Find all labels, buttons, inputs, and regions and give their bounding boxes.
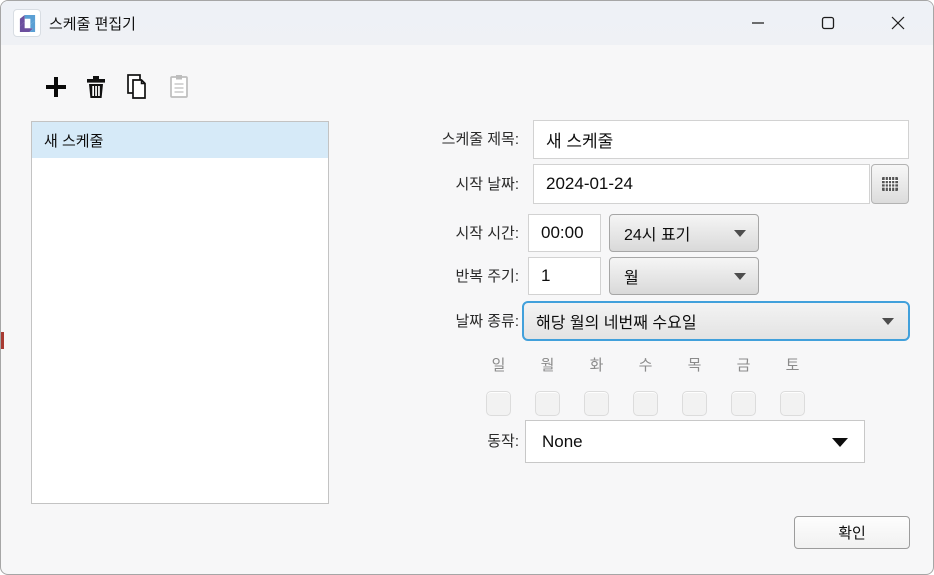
start-time-label: 시작 시간: <box>361 224 519 244</box>
date-type-value: 해당 월의 네번째 수요일 <box>536 309 697 333</box>
start-date-input[interactable] <box>533 164 870 204</box>
chevron-down-icon <box>882 318 894 325</box>
schedule-title-label: 스케줄 제목: <box>361 130 519 150</box>
trash-icon <box>81 72 111 102</box>
time-format-value: 24시 표기 <box>624 221 690 245</box>
repeat-cycle-input[interactable] <box>528 257 601 295</box>
title-bar: 스케줄 편집기 <box>1 1 933 45</box>
date-type-label: 날짜 종류: <box>361 312 519 332</box>
window-title: 스케줄 편집기 <box>49 1 136 45</box>
weekday-label-fri: 금 <box>731 354 756 375</box>
weekday-checkbox-sun <box>486 391 511 416</box>
weekday-labels: 일 월 화 수 목 금 토 <box>486 354 829 375</box>
schedule-list: 새 스케줄 <box>31 121 329 504</box>
close-icon <box>891 16 905 30</box>
background-app-sliver <box>1 332 4 349</box>
weekday-checkboxes <box>486 391 829 416</box>
calendar-picker-button[interactable] <box>871 164 909 204</box>
chevron-down-icon <box>832 438 848 447</box>
copy-schedule-button[interactable] <box>121 71 153 103</box>
weekday-checkbox-wed <box>633 391 658 416</box>
schedule-editor-window: 스케줄 편집기 <box>0 0 934 575</box>
ok-button[interactable]: 확인 <box>794 516 910 549</box>
start-time-input[interactable] <box>528 214 601 252</box>
time-format-dropdown[interactable]: 24시 표기 <box>609 214 759 252</box>
weekday-checkbox-sat <box>780 391 805 416</box>
repeat-unit-dropdown[interactable]: 월 <box>609 257 759 295</box>
repeat-cycle-label: 반복 주기: <box>361 267 519 287</box>
add-schedule-button[interactable] <box>40 71 72 103</box>
action-label: 동작: <box>361 432 519 452</box>
weekday-label-sat: 토 <box>780 354 805 375</box>
copy-icon <box>122 72 152 102</box>
maximize-button[interactable] <box>805 1 851 45</box>
weekday-label-wed: 수 <box>633 354 658 375</box>
weekday-label-thu: 목 <box>682 354 707 375</box>
weekday-checkbox-fri <box>731 391 756 416</box>
paste-schedule-button <box>163 71 195 103</box>
minimize-icon <box>751 16 765 30</box>
schedule-list-item[interactable]: 새 스케줄 <box>32 122 328 158</box>
calendar-grid-icon <box>881 176 899 192</box>
close-button[interactable] <box>875 1 921 45</box>
maximize-icon <box>821 16 835 30</box>
weekday-label-tue: 화 <box>584 354 609 375</box>
plus-icon <box>41 72 71 102</box>
weekday-checkbox-tue <box>584 391 609 416</box>
start-date-label: 시작 날짜: <box>361 175 519 195</box>
repeat-unit-value: 월 <box>624 264 639 288</box>
date-type-dropdown[interactable]: 해당 월의 네번째 수요일 <box>522 301 910 341</box>
schedule-title-input[interactable] <box>533 120 909 159</box>
chevron-down-icon <box>734 230 746 237</box>
weekday-label-sun: 일 <box>486 354 511 375</box>
action-dropdown[interactable]: None <box>525 420 865 463</box>
delete-schedule-button[interactable] <box>80 71 112 103</box>
weekday-checkbox-thu <box>682 391 707 416</box>
paste-icon <box>164 72 194 102</box>
weekday-label-mon: 월 <box>535 354 560 375</box>
action-value: None <box>542 432 583 452</box>
minimize-button[interactable] <box>735 1 781 45</box>
weekday-checkbox-mon <box>535 391 560 416</box>
chevron-down-icon <box>734 273 746 280</box>
app-logo-icon <box>13 9 41 37</box>
